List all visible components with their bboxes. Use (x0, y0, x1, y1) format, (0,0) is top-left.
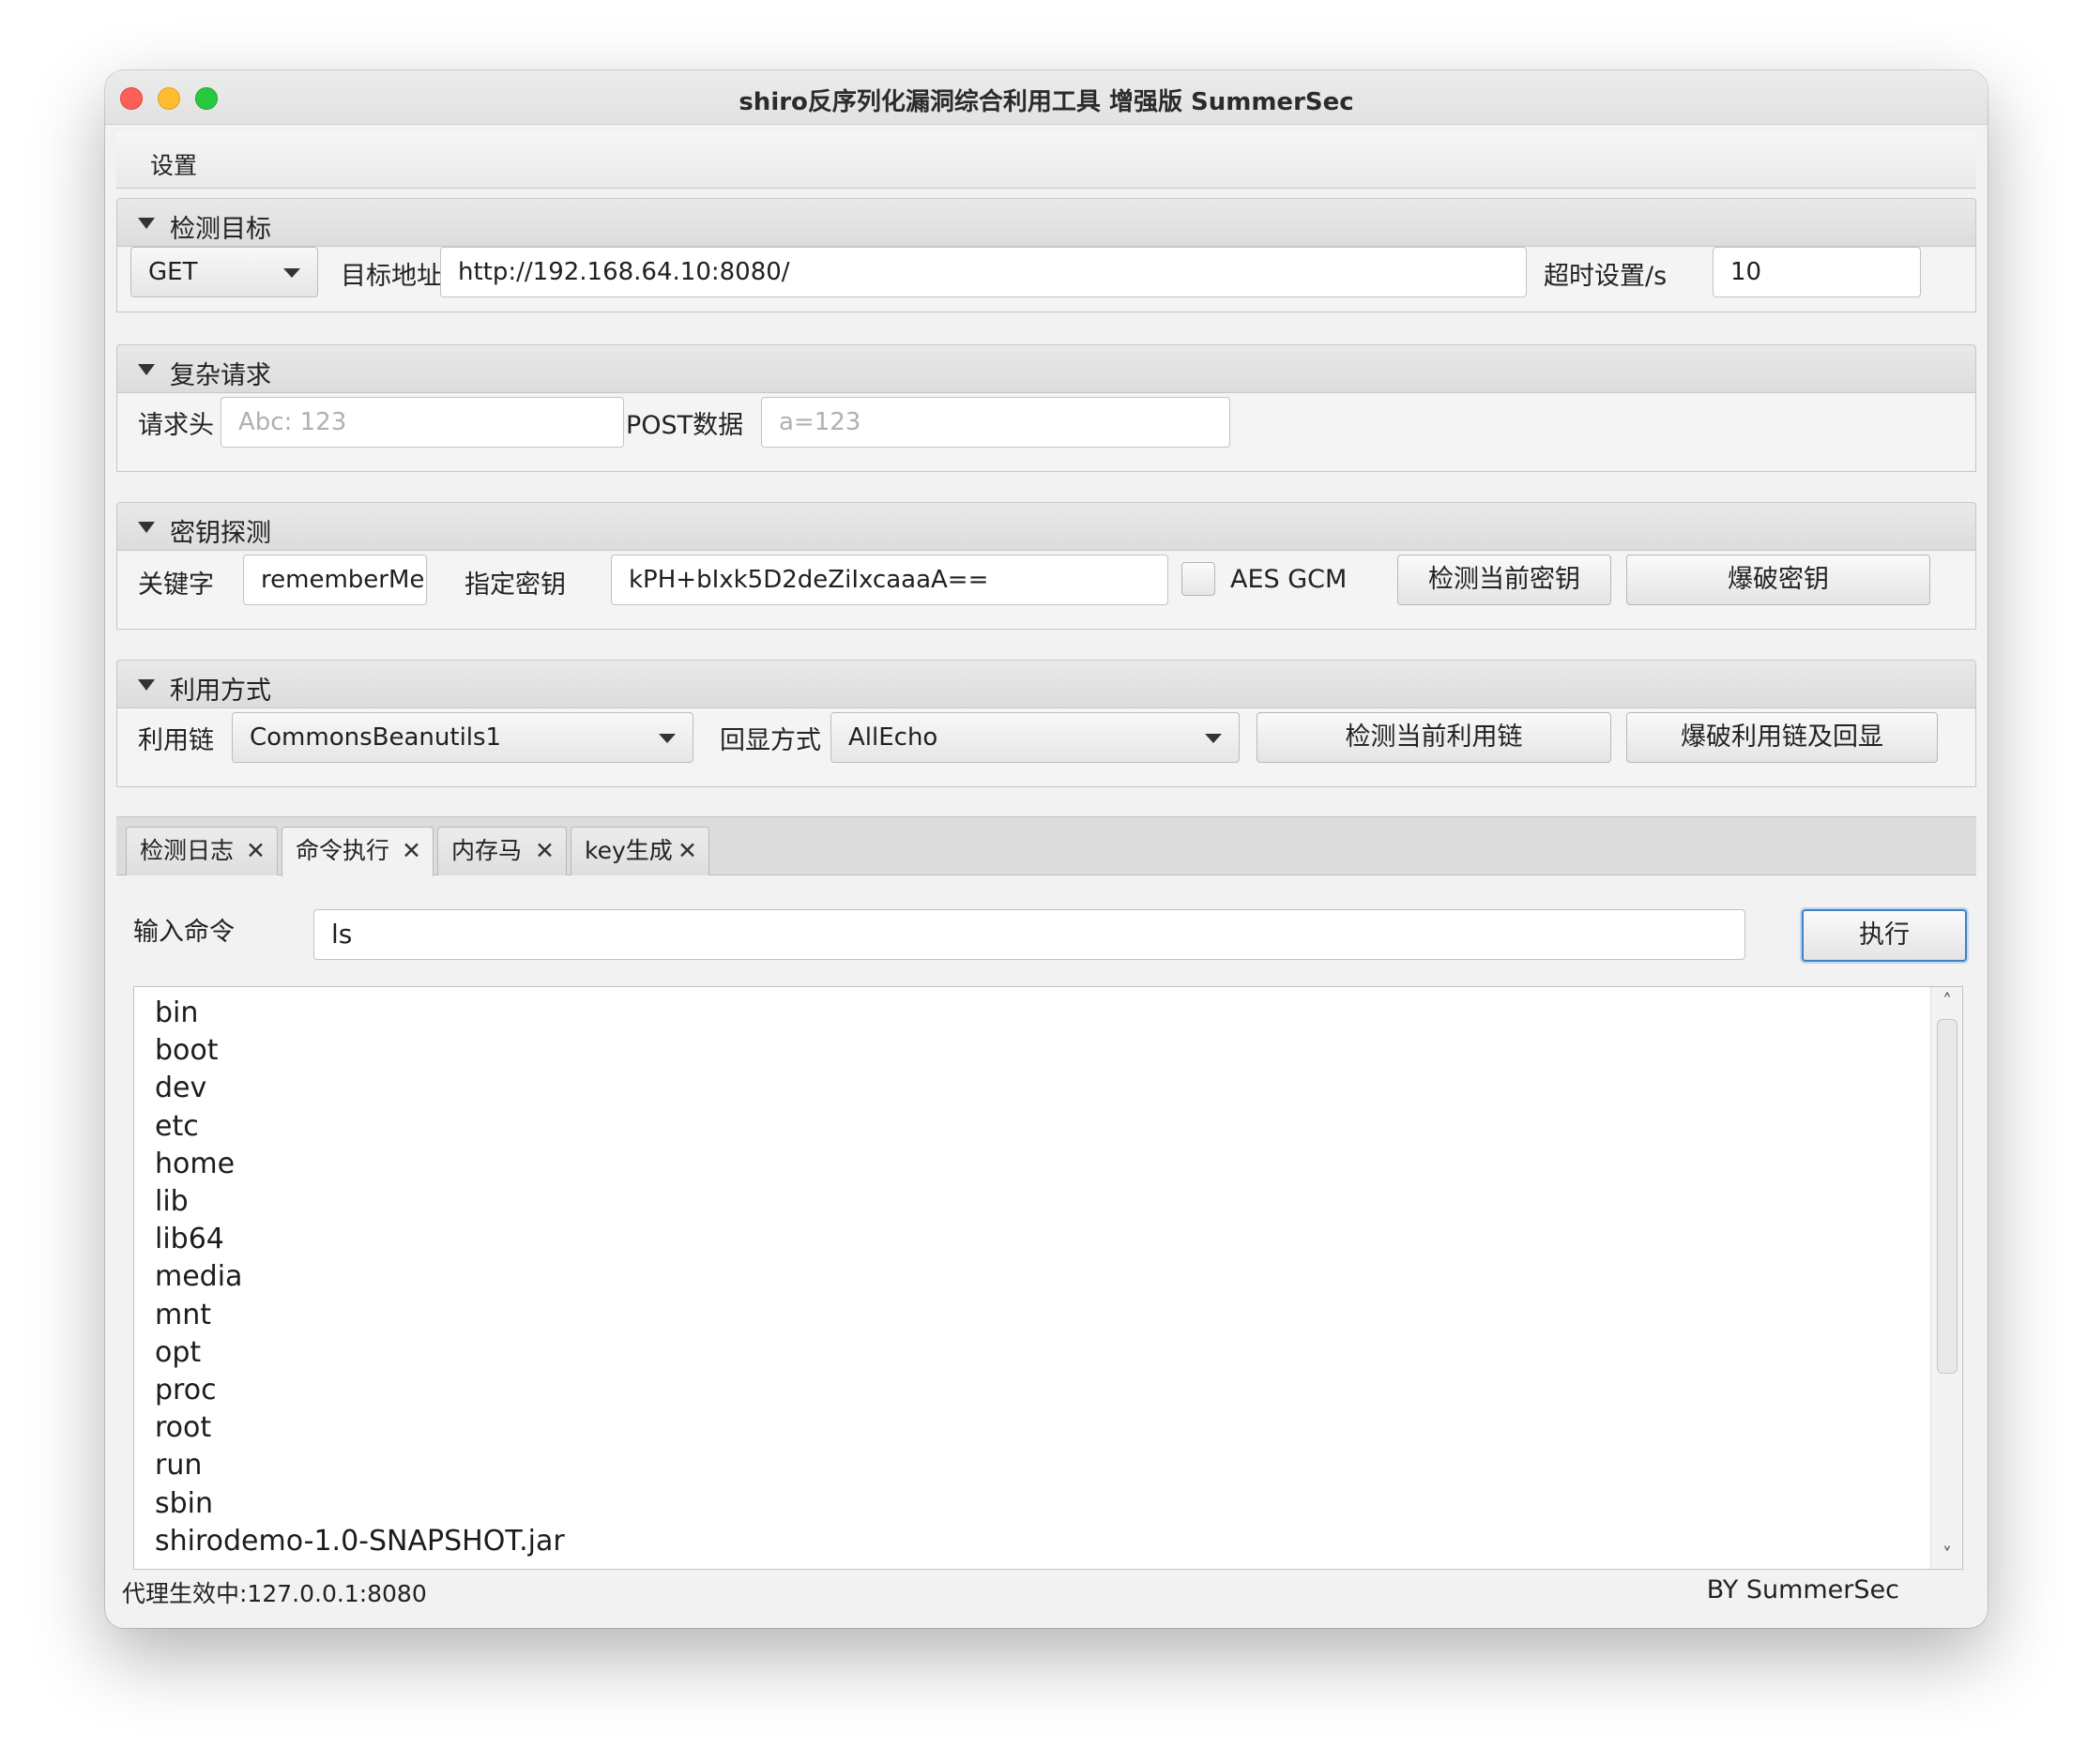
close-icon[interactable]: ✕ (246, 828, 266, 874)
tab-label: 内存马 (451, 837, 523, 864)
tab-command-exec[interactable]: 命令执行 ✕ (282, 827, 434, 876)
tab-key-generate[interactable]: key生成 ✕ (571, 827, 709, 875)
section-target-header[interactable]: 检测目标 (116, 198, 1976, 247)
section-key-header[interactable]: 密钥探测 (116, 502, 1976, 551)
app-window: shiro反序列化漏洞综合利用工具 增强版 SummerSec 设置 检测目标 … (105, 70, 1988, 1628)
specified-key-input[interactable]: kPH+bIxk5D2deZiIxcaaaA== (611, 555, 1168, 605)
post-data-input[interactable]: a=123 (761, 397, 1230, 448)
output-line: run (155, 1449, 203, 1483)
output-line: opt (155, 1335, 202, 1369)
section-target-title: 检测目标 (170, 215, 271, 244)
section-exploit-body: 利用链 CommonsBeanutils1 回显方式 AllEcho 检测当前利… (116, 708, 1976, 787)
section-key-title: 密钥探测 (170, 519, 271, 548)
proxy-status: 代理生效中:127.0.0.1:8080 (122, 1580, 427, 1607)
title-bar[interactable]: shiro反序列化漏洞综合利用工具 增强版 SummerSec (105, 70, 1988, 125)
scroll-thumb[interactable] (1937, 1019, 1958, 1374)
method-value: GET (148, 258, 198, 286)
gadget-chain-label: 利用链 (138, 726, 214, 755)
brute-chain-button[interactable]: 爆破利用链及回显 (1626, 712, 1938, 763)
tab-memory-shell[interactable]: 内存马 ✕ (437, 827, 567, 875)
tab-bar: 检测日志 ✕ 命令执行 ✕ 内存马 ✕ key生成 ✕ (116, 816, 1976, 876)
chevron-down-icon (659, 734, 676, 743)
output-line: dev (155, 1072, 207, 1105)
output-line: sbin (155, 1486, 214, 1520)
collapse-arrow-icon (138, 679, 155, 691)
timeout-label: 超时设置/s (1544, 262, 1668, 291)
tab-label: 命令执行 (296, 837, 390, 864)
collapse-arrow-icon (138, 364, 155, 375)
scroll-down-icon[interactable]: ˅ (1931, 1541, 1962, 1569)
keyword-label: 关键字 (138, 570, 214, 600)
output-line: shirodemo-1.0-SNAPSHOT.jar (155, 1524, 565, 1558)
tab-label: key生成 (585, 837, 673, 864)
output-line: boot (155, 1034, 219, 1068)
close-icon[interactable]: ✕ (678, 828, 697, 874)
aes-gcm-checkbox[interactable] (1181, 562, 1215, 596)
close-icon[interactable]: ✕ (402, 828, 421, 874)
tab-detection-log[interactable]: 检测日志 ✕ (126, 827, 278, 875)
detect-key-button[interactable]: 检测当前密钥 (1397, 555, 1611, 605)
output-lines: bin boot dev etc home lib lib64 media mnt opt proc… (155, 995, 565, 1560)
command-label: 输入命令 (133, 918, 235, 947)
close-icon[interactable]: ✕ (535, 828, 555, 874)
output-line: mnt (155, 1298, 211, 1331)
gadget-chain-select[interactable]: CommonsBeanutils1 (232, 712, 693, 763)
section-exploit-title: 利用方式 (170, 677, 271, 706)
window-title: shiro反序列化漏洞综合利用工具 增强版 SummerSec (739, 88, 1354, 116)
menu-bar: 设置 (116, 132, 1976, 189)
specified-key-label: 指定密钥 (465, 570, 566, 600)
target-url-label: 目标地址 (341, 262, 442, 291)
section-complex-body: 请求头 Abc: 123 POST数据 a=123 (116, 393, 1976, 472)
vertical-scrollbar[interactable]: ˄ ˅ (1930, 987, 1962, 1569)
section-complex-title: 复杂请求 (170, 361, 271, 390)
gadget-chain-value: CommonsBeanutils1 (250, 723, 502, 752)
command-output[interactable]: bin boot dev etc home lib lib64 media mnt opt proc… (133, 986, 1963, 1570)
output-line: proc (155, 1374, 217, 1407)
command-input[interactable]: ls (313, 909, 1745, 960)
collapse-arrow-icon (138, 522, 155, 533)
timeout-input[interactable]: 10 (1713, 247, 1921, 297)
post-data-label: POST数据 (626, 411, 744, 440)
chevron-down-icon (1205, 734, 1222, 743)
output-line: lib64 (155, 1223, 224, 1256)
target-url-input[interactable]: http://192.168.64.10:8080/ (440, 247, 1527, 297)
output-line: media (155, 1260, 243, 1294)
method-select[interactable]: GET (130, 247, 318, 297)
collapse-arrow-icon (138, 218, 155, 229)
brute-key-button[interactable]: 爆破密钥 (1626, 555, 1930, 605)
menu-settings[interactable]: 设置 (150, 147, 197, 181)
output-line: etc (155, 1109, 199, 1143)
detect-chain-button[interactable]: 检测当前利用链 (1257, 712, 1611, 763)
request-header-label: 请求头 (138, 411, 214, 440)
section-key-body: 关键字 rememberMe 指定密钥 kPH+bIxk5D2deZiIxcaa… (116, 551, 1976, 630)
output-line: lib (155, 1185, 189, 1219)
output-line: root (155, 1411, 212, 1445)
echo-mode-select[interactable]: AllEcho (830, 712, 1240, 763)
aes-gcm-label: AES GCM (1230, 565, 1348, 594)
keyword-input[interactable]: rememberMe (243, 555, 427, 605)
request-header-input[interactable]: Abc: 123 (221, 397, 624, 448)
tab-label: 检测日志 (140, 837, 235, 864)
echo-mode-value: AllEcho (848, 723, 938, 752)
section-target-body: GET 目标地址 http://192.168.64.10:8080/ 超时设置… (116, 247, 1976, 312)
echo-mode-label: 回显方式 (720, 726, 821, 755)
output-line: home (155, 1147, 236, 1180)
chevron-down-icon (283, 268, 300, 278)
scroll-up-icon[interactable]: ˄ (1931, 987, 1962, 1015)
section-complex-header[interactable]: 复杂请求 (116, 344, 1976, 393)
execute-button[interactable]: 执行 (1802, 909, 1967, 962)
author-credit: BY SummerSec (1706, 1575, 1899, 1604)
output-line: bin (155, 996, 199, 1029)
section-exploit-header[interactable]: 利用方式 (116, 660, 1976, 708)
